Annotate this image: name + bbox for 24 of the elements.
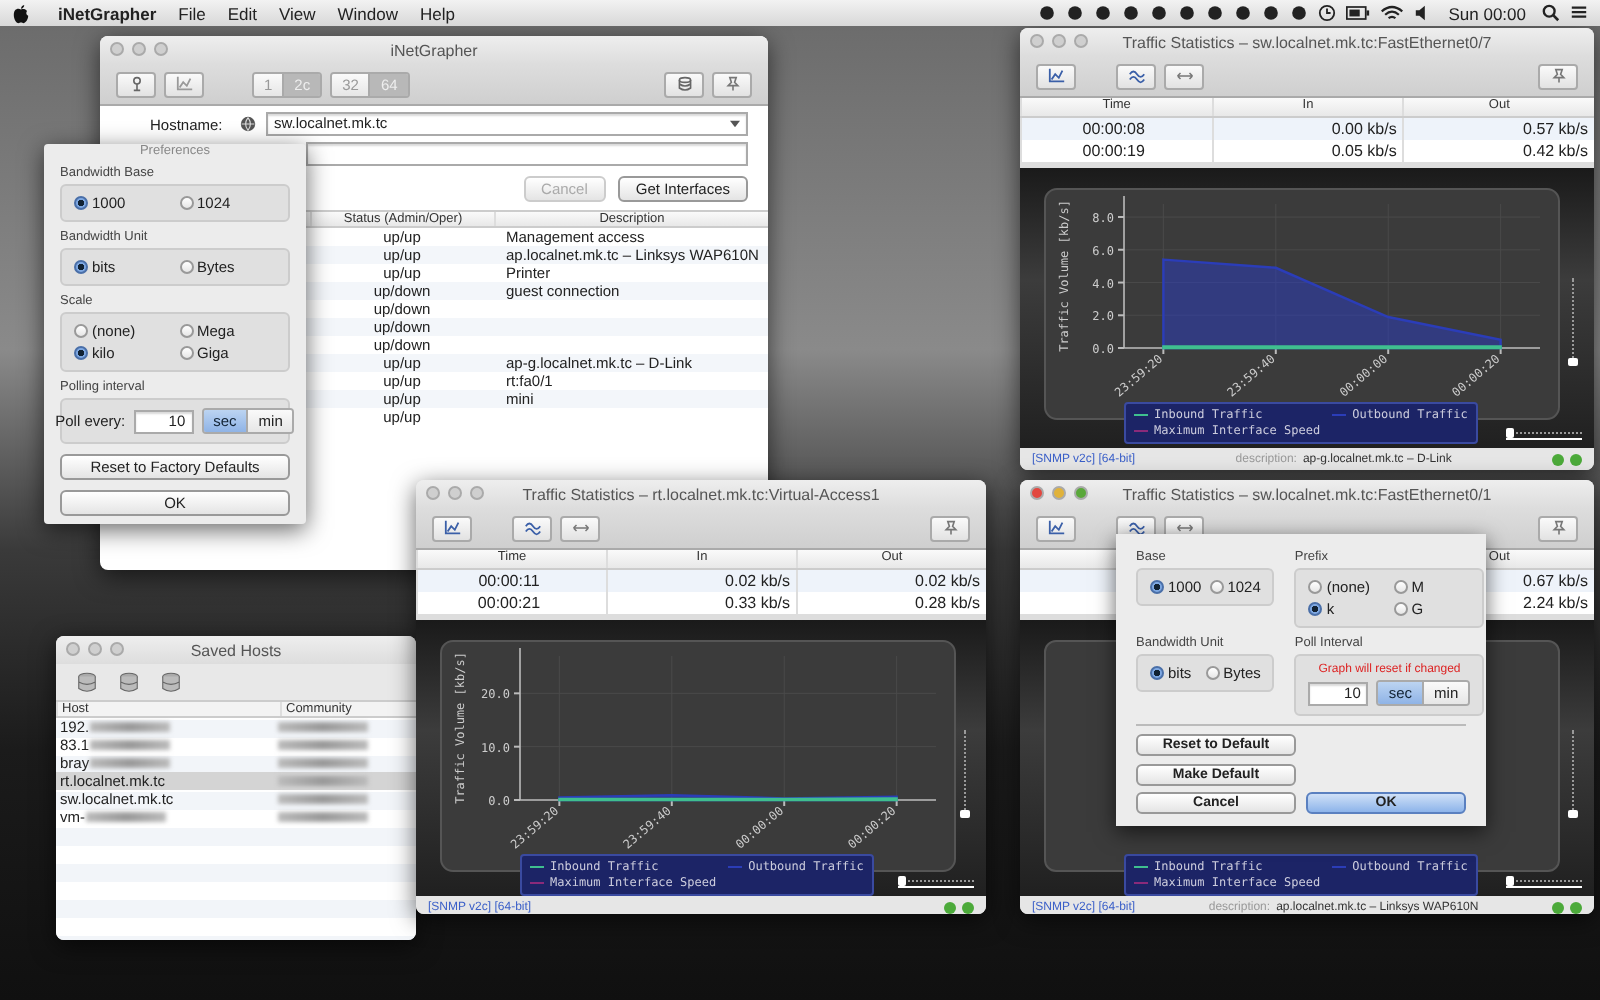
table-cell: 0.02 kb/s <box>606 570 796 592</box>
table-cell: 00:00:19 <box>1020 140 1212 162</box>
window-title: Traffic Statistics – rt.localnet.mk.tc:Virtual-Access1 <box>522 485 880 503</box>
table-cell: 00:00:21 <box>416 592 606 614</box>
table-cell: 0.42 kb/s <box>1402 140 1594 162</box>
menu-item[interactable]: Help <box>414 3 461 23</box>
table-cell: 0.28 kb/s <box>796 592 986 614</box>
table-cell: 0.33 kb/s <box>606 592 796 614</box>
table-cell: 0.57 kb/s <box>1402 118 1594 140</box>
menu-item[interactable]: File <box>172 3 212 23</box>
window-title: Traffic Statistics – sw.localnet.mk.tc:FastEthernet0/7 <box>1122 33 1492 51</box>
table-cell: 0.05 kb/s <box>1211 140 1403 162</box>
table-cell: 0.00 kb/s <box>1211 118 1403 140</box>
window-title: Traffic Statistics – sw.localnet.mk.tc:FastEthernet0/1 <box>1122 485 1492 503</box>
menu-item[interactable]: Window <box>331 3 404 23</box>
table-cell: 00:00:11 <box>416 570 606 592</box>
table-cell: 0.02 kb/s <box>796 570 986 592</box>
window-title: iNetGrapher <box>390 41 478 59</box>
table-cell: 00:00:08 <box>1020 118 1212 140</box>
app-menu[interactable]: iNetGrapher <box>52 3 163 23</box>
menu-item[interactable]: Edit <box>221 3 263 23</box>
menu-clock[interactable]: Sun 00:00 <box>1442 3 1532 23</box>
menu-item[interactable]: View <box>272 3 322 23</box>
window-title: Saved Hosts <box>190 641 282 659</box>
